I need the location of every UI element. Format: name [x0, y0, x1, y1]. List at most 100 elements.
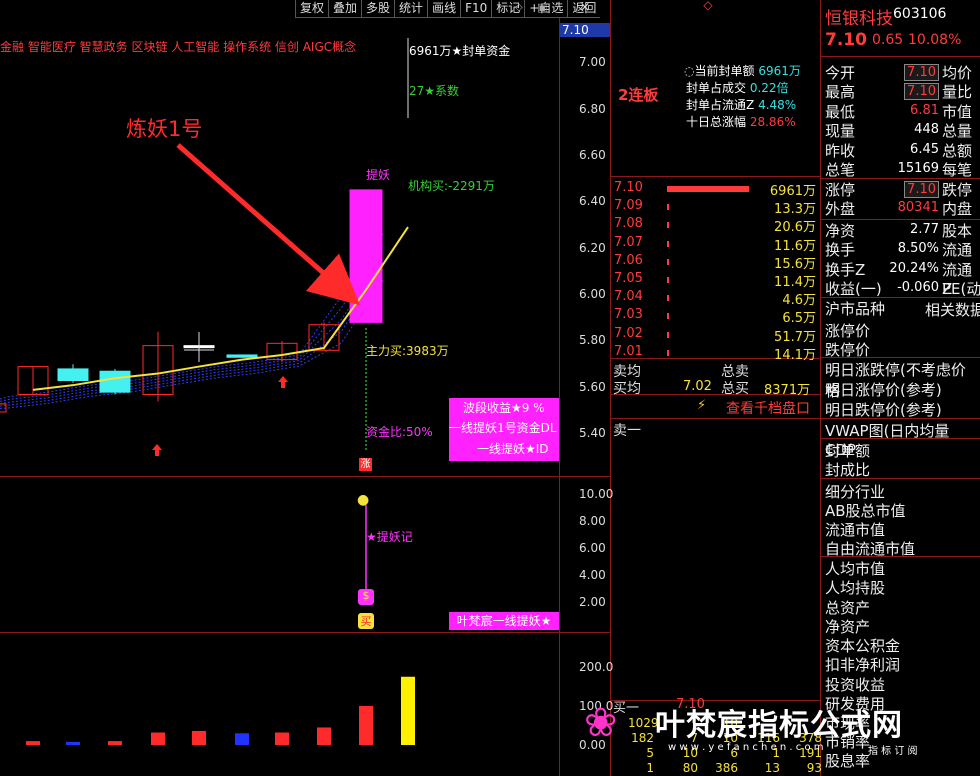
seal-amount-label: 6961万★封单资金 — [409, 44, 511, 58]
bid-volume: 13.3万 — [774, 202, 816, 218]
indicator-tick: 2.00 — [579, 595, 606, 609]
quote-label: 现量 — [825, 122, 856, 140]
bid-volume: 11.6万 — [774, 238, 816, 254]
info-item[interactable]: 明日跌停价(参考) — [825, 399, 942, 420]
trade-cell: 1029 — [628, 716, 659, 730]
volume-bar — [401, 676, 415, 745]
volume-bar — [275, 732, 289, 745]
info-item[interactable]: 投资收益 — [825, 674, 885, 695]
axis-tick: 5.40 — [579, 426, 606, 440]
kline-chart — [0, 38, 415, 745]
quote-value: 80341 — [897, 200, 939, 215]
seal-row: 封单占流通Z 4.48% — [686, 98, 797, 112]
info-item[interactable]: 封成比 — [825, 459, 870, 480]
band-gain-label: 波段收益★9 % — [463, 401, 545, 415]
info-item[interactable]: 人均持股 — [825, 577, 885, 598]
sell1-label: 卖一 — [613, 423, 641, 439]
volume-bar — [66, 741, 80, 745]
moneybag-icon: $ — [358, 589, 374, 605]
quote-value: 2.77 — [910, 222, 939, 237]
info-item[interactable]: 跌停价 — [825, 339, 870, 360]
bid-volume: 14.1万 — [774, 347, 816, 363]
bid-bar — [667, 204, 669, 211]
bid-volume: 20.6万 — [774, 220, 816, 236]
bid-volume: 15.6万 — [774, 256, 816, 272]
axis-tick: 6.80 — [579, 102, 606, 116]
quote-label: 外盘 — [825, 200, 856, 218]
volume-bar — [192, 730, 206, 745]
quote-value: 6.81 — [910, 103, 939, 118]
quote-label-2: 量比 — [942, 83, 973, 101]
bid-volume: 6.5万 — [782, 311, 816, 327]
indicator-tick: 10.00 — [579, 487, 614, 501]
lianban-label: 2连板 — [618, 86, 659, 104]
watermark-sub: 指 标 订 阅 — [868, 746, 918, 757]
info-item[interactable]: 沪市品种 — [825, 298, 885, 319]
bid-price: 7.02 — [614, 325, 643, 341]
info-item[interactable]: 资本公积金 — [825, 635, 900, 656]
quote-label-2: 总额 — [942, 142, 973, 160]
axis-tick: 6.20 — [579, 241, 606, 255]
info-item[interactable]: 股息率 — [825, 750, 870, 771]
quote-label-2: PE(动) — [942, 280, 980, 298]
indicator-tick: 8.00 — [579, 514, 606, 528]
info-item[interactable]: 总资产 — [825, 597, 870, 618]
bid-price: 7.04 — [614, 289, 643, 305]
axis-tick: 5.60 — [579, 380, 606, 394]
tiyao-label: 提妖 — [366, 168, 391, 182]
info-item[interactable]: 扣非净利润 — [825, 654, 900, 675]
bid-volume: 4.6万 — [782, 293, 816, 309]
line2-label: 一线提妖★ID — [477, 442, 549, 456]
info-item[interactable]: 涨停价 — [825, 320, 870, 341]
quote-value: 6.45 — [910, 142, 939, 157]
candle — [99, 370, 131, 393]
total-buy-label: 总买 — [721, 381, 749, 397]
quote-label-2: 每笔 — [942, 161, 973, 179]
watermark-logo-icon: ❀ — [584, 700, 618, 746]
quote-value: 7.10 — [904, 181, 939, 198]
annotation-arrow — [176, 143, 361, 306]
quote-label-2: 股本 — [942, 222, 973, 240]
ma-band-line — [0, 268, 384, 407]
info-item[interactable]: 净资产 — [825, 616, 870, 637]
restore-icon[interactable]: ◇ — [696, 0, 720, 16]
info-item[interactable]: 流通市值 — [825, 519, 885, 540]
volume-bar — [151, 732, 165, 745]
bid-row: 7.10 6961万 — [612, 180, 820, 199]
quote-label: 收益(一) — [825, 280, 882, 298]
quote-value: 448 — [914, 122, 939, 137]
info-item[interactable]: 细分行业 — [825, 481, 885, 502]
stock-change: 0.65 — [872, 32, 904, 48]
quote-label-2: 市值 — [942, 103, 973, 121]
bid-row: 7.06 15.6万 — [612, 253, 820, 272]
signal-dots-icon: ● — [357, 492, 370, 508]
stock-price: 7.10 — [825, 30, 867, 50]
volume-bar — [108, 741, 122, 745]
bid-bar — [667, 295, 669, 302]
stock-name: 恒银科技 — [825, 9, 893, 29]
trade-cell: 386 — [715, 761, 738, 775]
info-item[interactable]: 明日涨停价(参考) — [825, 379, 942, 400]
bid-price: 7.08 — [614, 216, 643, 232]
bid-bar — [667, 240, 669, 247]
trade-cell: 93 — [806, 761, 822, 775]
buy-avg-value: 7.02 — [683, 379, 712, 394]
info-item[interactable]: 人均市值 — [825, 558, 885, 579]
info-item[interactable]: 封单额 — [825, 440, 870, 461]
bid-row: 7.02 51.7万 — [612, 325, 820, 345]
axis-tick: 5.80 — [579, 333, 606, 347]
quote-value: 7.10 — [904, 83, 939, 100]
volume-bar — [26, 741, 40, 745]
stock-pct: 10.08% — [908, 32, 962, 48]
trade-cell: 80 — [682, 761, 698, 775]
volume-bar — [317, 727, 331, 745]
quote-label: 今开 — [825, 64, 856, 82]
axis-tick: 6.40 — [579, 194, 606, 208]
quote-label: 换手Z — [825, 261, 866, 279]
depth-link[interactable]: 查看千档盘口 — [726, 398, 810, 418]
close-icon[interactable]: × — [560, 0, 610, 18]
info-item[interactable]: 自由流通市值 — [825, 538, 915, 559]
bid-price: 7.07 — [614, 234, 643, 250]
info-item[interactable]: AB股总市值 — [825, 500, 906, 521]
quote-label: 净资 — [825, 222, 856, 240]
